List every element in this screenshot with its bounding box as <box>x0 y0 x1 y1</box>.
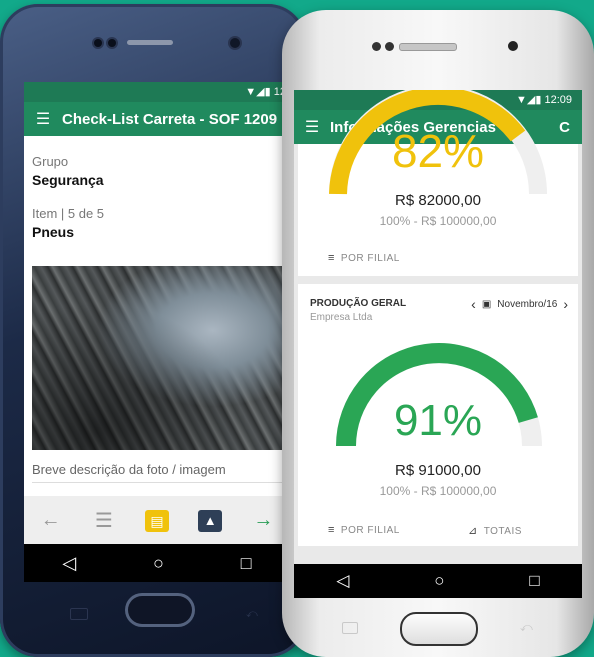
next-period-icon[interactable]: › <box>563 296 568 312</box>
back-arrow-icon[interactable]: ← <box>24 509 77 532</box>
photo-caption-input[interactable]: Breve descrição da foto / imagem <box>32 462 226 477</box>
earpiece-speaker <box>399 43 457 51</box>
nav-recent-icon[interactable]: □ <box>241 553 252 574</box>
right-phone: ▼◢▮ 12:09 ☰ Informações Gerencias C 82% … <box>282 10 594 657</box>
group-label: Grupo <box>32 154 69 169</box>
front-sensor-icon <box>385 42 394 51</box>
gauge-percent: 91% <box>393 396 483 445</box>
gauge-target: 100% - R$ 100000,00 <box>379 484 497 498</box>
previous-period-icon[interactable]: ‹ <box>471 296 476 312</box>
bottom-toolbar: ← ☰ ▤ ▲ → <box>24 496 290 544</box>
totals-label: TOTAIS <box>483 526 522 537</box>
calendar-icon: ▣ <box>481 298 492 310</box>
item-label: Item | 5 de 5 <box>32 206 105 221</box>
gauge-value: R$ 82000,00 <box>395 192 481 209</box>
status-time: 12:09 <box>544 94 572 106</box>
by-branch-label: POR FILIAL <box>340 525 400 536</box>
nav-home-icon[interactable]: ○ <box>434 571 444 591</box>
nav-home-icon[interactable]: ○ <box>153 553 164 574</box>
system-nav-bar: ◁ ○ □ <box>294 564 582 598</box>
chart-icon: ⊿ <box>468 525 478 537</box>
nav-recent-icon[interactable]: □ <box>529 571 539 591</box>
caption-underline <box>32 482 282 483</box>
proximity-sensor-icon <box>230 38 240 48</box>
card-title: PRODUÇÃO GERAL <box>310 298 407 309</box>
by-branch-button[interactable]: ≡ POR FILIAL <box>328 252 400 264</box>
left-screen: ▼◢▮ 12 ☰ Check-List Carreta - SOF 1209 G… <box>24 82 290 582</box>
back-key-icon[interactable]: ⤺ <box>246 608 260 620</box>
page-title: Check-List Carreta - SOF 1209 <box>62 110 278 128</box>
front-camera-icon <box>94 39 102 47</box>
front-camera-icon <box>372 42 381 51</box>
by-branch-button[interactable]: ≡ POR FILIAL <box>328 524 400 536</box>
status-bar: ▼◢▮ 12 <box>24 82 290 102</box>
image-icon: ▲ <box>198 510 223 532</box>
right-screen: ▼◢▮ 12:09 ☰ Informações Gerencias C 82% … <box>294 90 582 598</box>
gauge-target: 100% - R$ 100000,00 <box>379 214 497 228</box>
system-nav-bar: ◁ ○ □ <box>24 544 290 582</box>
checklist-fields: Grupo Segurança Item | 5 de 5 Pneus <box>24 136 290 240</box>
gauge-percent: 82% <box>391 125 485 177</box>
home-button[interactable] <box>128 596 192 624</box>
sort-lines-icon: ≡ <box>328 524 335 536</box>
front-sensor-icon <box>108 39 116 47</box>
period-label[interactable]: Novembro/16 <box>497 299 557 310</box>
group-value: Segurança <box>32 172 104 188</box>
nav-back-icon[interactable]: ◁ <box>62 553 76 574</box>
home-button[interactable] <box>400 612 478 646</box>
back-key-icon[interactable]: ⤺ <box>520 620 533 635</box>
earpiece-speaker <box>127 40 173 45</box>
selfie-camera-icon <box>508 41 518 51</box>
gauge-value: R$ 91000,00 <box>395 462 481 479</box>
status-icons: ▼◢▮ <box>245 86 271 98</box>
nav-back-icon[interactable]: ◁ <box>336 571 349 591</box>
gauge-card-1: 82% R$ 82000,00 100% - R$ 100000,00 ≡ POR… <box>298 90 578 276</box>
image-button[interactable]: ▲ <box>184 508 237 532</box>
recent-apps-key-icon[interactable] <box>342 622 358 634</box>
company-name: Empresa Ltda <box>310 312 373 323</box>
hamburger-menu-icon[interactable]: ☰ <box>24 109 62 129</box>
by-branch-label: POR FILIAL <box>340 253 400 264</box>
comment-button[interactable]: ▤ <box>130 509 183 532</box>
sort-lines-icon: ≡ <box>328 252 335 264</box>
list-icon[interactable]: ☰ <box>77 508 130 533</box>
gauge-card-2: PRODUÇÃO GERAL Empresa Ltda ‹ ▣ Novembro… <box>298 284 578 546</box>
item-value: Pneus <box>32 224 75 240</box>
tire-photo[interactable] <box>32 266 290 450</box>
totals-button[interactable]: ⊿ TOTAIS <box>468 524 522 537</box>
recent-apps-key-icon[interactable] <box>70 608 88 620</box>
app-bar: ☰ Check-List Carreta - SOF 1209 <box>24 102 290 136</box>
period-selector: ‹ ▣ Novembro/16 › <box>471 296 568 312</box>
comment-icon: ▤ <box>145 509 169 532</box>
left-phone: ▼◢▮ 12 ☰ Check-List Carreta - SOF 1209 G… <box>0 4 306 657</box>
